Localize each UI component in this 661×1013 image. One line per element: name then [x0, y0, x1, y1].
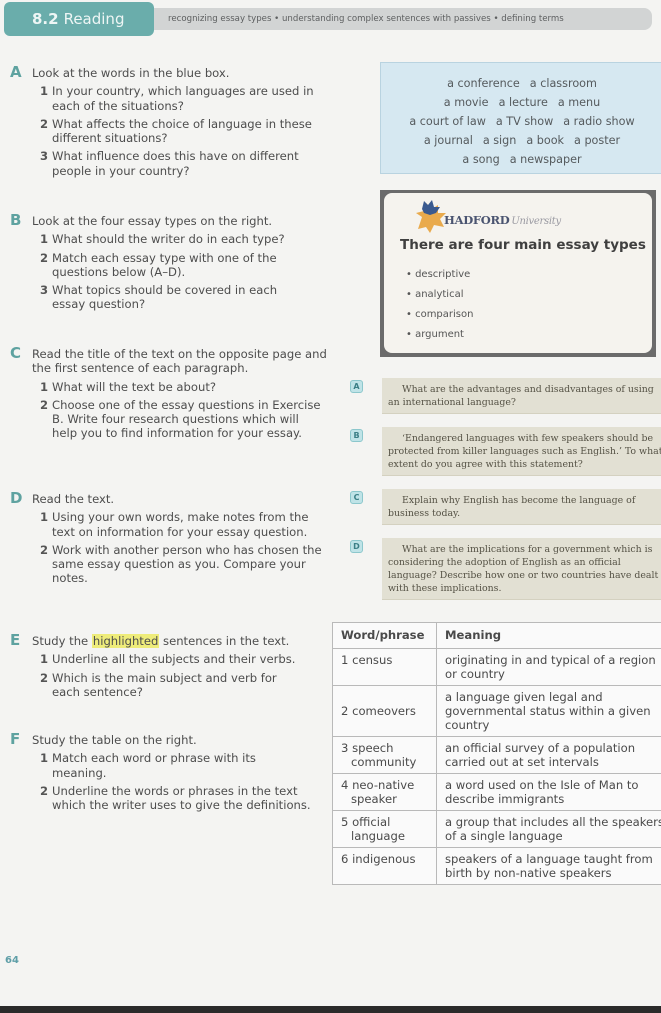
- essay-type-item: argument: [406, 325, 473, 345]
- section-tab: 8.2 Reading: [4, 2, 154, 36]
- table-row: 5 official language a group that includes…: [332, 810, 661, 848]
- exercise-item: 1 Using your own words, make notes from …: [40, 510, 309, 539]
- skills-text: recognizing essay types • understanding …: [168, 14, 564, 24]
- table-row: 2 comeovers a language given legal and g…: [332, 685, 661, 737]
- exercise-instruction: Study the highlighted sentences in the t…: [32, 634, 290, 648]
- exercise-item: 2 Choose one of the essay questions in E…: [40, 397, 321, 441]
- question-label: B: [350, 429, 363, 442]
- column-header-meaning: Meaning: [436, 622, 661, 649]
- word-box-row: a conference a classroom: [447, 77, 597, 90]
- table-row: 1 census originating in and typical of a…: [332, 648, 661, 686]
- exercise-item: 1 What should the writer do in each type…: [40, 232, 285, 247]
- exercise-letter: B: [10, 211, 22, 229]
- university-logo: HADFORD University: [412, 199, 562, 233]
- table-header-row: Word/phrase Meaning: [332, 622, 661, 649]
- word-cell: 2 comeovers: [332, 685, 437, 737]
- table-row: 3 speech community an official survey of …: [332, 736, 661, 774]
- word-cell: 4 neo-native speaker: [332, 773, 437, 811]
- meaning-cell: originating in and typical of a region o…: [436, 648, 661, 686]
- word-box-row: a court of law a TV show a radio show: [409, 115, 635, 128]
- question-text: Explain why English has become the langu…: [382, 489, 661, 524]
- exercise-d: D Read the text. 1 Using your own words,…: [10, 489, 340, 586]
- exercise-item: 3 What topics should be covered in each …: [40, 283, 278, 312]
- exercise-e: E Study the highlighted sentences in the…: [10, 631, 340, 699]
- situations-word-box: a conference a classroom a movie a lecture…: [380, 62, 661, 174]
- word-cell: 1 census: [332, 648, 437, 686]
- slide-title: There are four main essay types: [400, 237, 646, 253]
- meaning-cell: a group that includes all the speakers o…: [436, 810, 661, 848]
- column-header-word: Word/phrase: [332, 622, 437, 649]
- exercise-instruction: Look at the words in the blue box.: [32, 66, 230, 80]
- essay-type-item: descriptive: [406, 265, 473, 285]
- exercise-item: 2 Work with another person who has chose…: [40, 542, 322, 586]
- exercise-instruction: Look at the four essay types on the righ…: [32, 214, 273, 228]
- exercise-a: A Look at the words in the blue box. 1 I…: [10, 63, 340, 178]
- question-label: D: [350, 540, 363, 553]
- exercise-item: 3 What influence does this have on diffe…: [40, 149, 299, 178]
- definitions-table: Word/phrase Meaning 1 census originating…: [332, 622, 661, 885]
- table-row: 4 neo-native speaker a word used on the I…: [332, 773, 661, 811]
- exercise-c: C Read the title of the text on the oppo…: [10, 344, 340, 441]
- exercise-letter: C: [10, 344, 22, 362]
- essay-type-list: descriptive analytical comparison argume…: [406, 265, 473, 345]
- exercise-item: 2 Which is the main subject and verb for…: [40, 670, 277, 699]
- essay-type-item: analytical: [406, 285, 473, 305]
- question-text: ‘Endangered languages with few speakers …: [382, 427, 661, 475]
- page-number: 64: [5, 955, 19, 966]
- word-cell: 5 official language: [332, 810, 437, 848]
- exercise-instruction: Read the title of the text on the opposi…: [32, 347, 327, 376]
- exercise-letter: D: [10, 489, 23, 507]
- exercise-instruction: Read the text.: [32, 492, 115, 506]
- exercise-item: 1 What will the text be about?: [40, 379, 217, 394]
- logo-name: HADFORD: [444, 213, 510, 227]
- essay-types-slide: HADFORD University There are four main es…: [380, 190, 656, 357]
- exercise-item: 2 What affects the choice of language in…: [40, 116, 312, 146]
- skills-bar: recognizing essay types • understanding …: [150, 8, 652, 30]
- exercise-b: B Look at the four essay types on the ri…: [10, 211, 340, 312]
- exercise-item: 1 Match each word or phrase with its mea…: [40, 751, 256, 780]
- word-cell: 6 indigenous: [332, 847, 437, 885]
- word-cell: 3 speech community: [332, 736, 437, 774]
- exercise-letter: A: [10, 63, 22, 81]
- exercise-item: 1 Underline all the subjects and their v…: [40, 652, 296, 667]
- word-box-row: a song a newspaper: [462, 153, 582, 166]
- question-text: What are the advantages and disadvantage…: [382, 378, 661, 413]
- section-number: 8.2: [32, 10, 59, 28]
- word-box-row: a journal a sign a book a poster: [423, 134, 621, 147]
- question-text: What are the implications for a governme…: [382, 538, 661, 599]
- table-row: 6 indigenous speakers of a language taug…: [332, 847, 661, 885]
- page-edge: [0, 1006, 661, 1013]
- question-label: A: [350, 380, 363, 393]
- exercise-item: 2 Underline the words or phrases in the …: [40, 783, 311, 813]
- question-label: C: [350, 491, 363, 504]
- meaning-cell: a word used on the Isle of Man to descri…: [436, 773, 661, 811]
- essay-type-item: comparison: [406, 305, 473, 325]
- section-title: Reading: [63, 10, 125, 28]
- meaning-cell: a language given legal and governmental …: [436, 685, 661, 737]
- word-box-row: a movie a lecture a menu: [443, 96, 601, 109]
- exercise-letter: F: [10, 730, 21, 748]
- exercise-instruction: Study the table on the right.: [32, 733, 197, 747]
- exercise-letter: E: [10, 631, 21, 649]
- exercise-f: F Study the table on the right. 1 Match …: [10, 730, 340, 813]
- exercise-item: 1 In your country, which languages are u…: [40, 84, 314, 113]
- highlighted-word: highlighted: [91, 634, 160, 648]
- meaning-cell: an official survey of a population carri…: [436, 736, 661, 774]
- meaning-cell: speakers of a language taught from birth…: [436, 847, 661, 885]
- exercise-item: 2 Match each essay type with one of the …: [40, 250, 277, 279]
- logo-sub: University: [511, 216, 561, 227]
